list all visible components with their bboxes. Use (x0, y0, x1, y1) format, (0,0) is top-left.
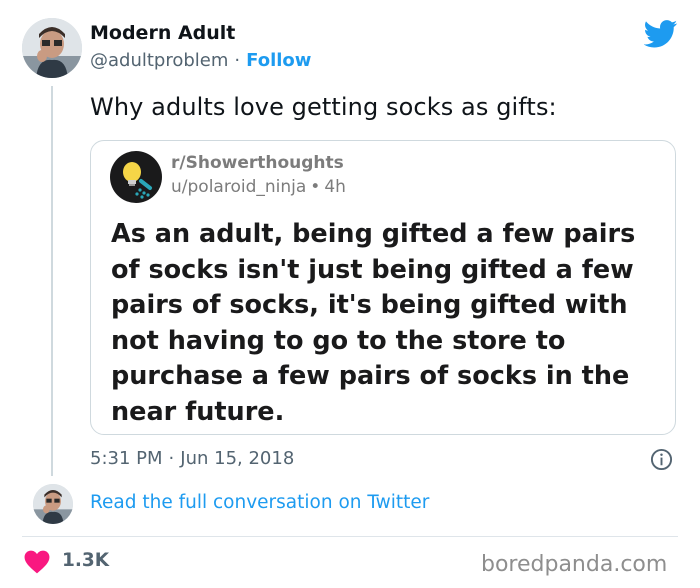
follow-button[interactable]: Follow (246, 50, 311, 71)
like-count[interactable]: 1.3K (62, 550, 109, 571)
post-text: As an adult, being gifted a few pairs of… (111, 219, 636, 427)
author-name[interactable]: Modern Adult (90, 22, 235, 44)
reddit-post-card: r/Showerthoughts u/polaroid_ninja • 4h As … (90, 140, 676, 435)
watermark: boredpanda.com (481, 552, 668, 577)
twitter-bird-icon[interactable] (644, 20, 678, 48)
post-meta: u/polaroid_ninja • 4h (171, 177, 346, 197)
info-icon[interactable] (650, 448, 673, 471)
avatar-image (22, 18, 82, 78)
timestamp-date: Jun 15, 2018 (180, 448, 295, 469)
read-conversation-link[interactable]: Read the full conversation on Twitter (90, 492, 429, 513)
divider (22, 536, 678, 537)
heart-icon[interactable] (24, 550, 50, 574)
author-handle[interactable]: @adultproblem (90, 50, 228, 71)
author-avatar-small[interactable] (33, 484, 73, 524)
thread-line (51, 86, 53, 476)
timestamp-time: 5:31 PM (90, 448, 163, 469)
avatar-image (33, 484, 73, 524)
post-user: u/polaroid_ninja (171, 177, 307, 197)
handle-row: @adultproblem · Follow (90, 50, 311, 71)
post-age: 4h (324, 177, 346, 197)
separator: · (234, 50, 241, 71)
author-avatar[interactable] (22, 18, 82, 78)
lightbulb-shower-icon (110, 151, 162, 203)
separator: · (168, 448, 175, 469)
bullet: • (310, 177, 321, 197)
tweet-text: Why adults love getting socks as gifts: (90, 93, 557, 121)
subreddit-name: r/Showerthoughts (171, 153, 344, 173)
timestamp[interactable]: 5:31 PM · Jun 15, 2018 (90, 448, 294, 469)
